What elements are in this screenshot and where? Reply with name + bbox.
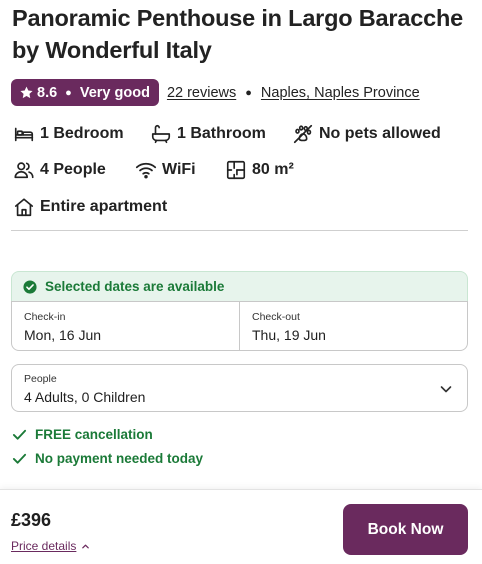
feature-bathrooms: 1 Bathroom (150, 122, 266, 146)
people-icon (13, 159, 35, 181)
checkin-label: Check-in (24, 311, 66, 323)
checkout-label: Check-out (252, 311, 300, 323)
availability-banner: Selected dates are available (11, 271, 468, 301)
listing-title: Panoramic Penthouse in Largo Baracche by… (12, 5, 463, 63)
perk-label: No payment needed today (35, 451, 204, 466)
feature-bedrooms: 1 Bedroom (13, 122, 124, 146)
total-price: £396 (11, 510, 52, 530)
meta-separator-dot: ● (245, 86, 252, 99)
feature-people: 4 People (13, 158, 106, 182)
feature-label: No pets allowed (319, 125, 441, 142)
feature-property-type: Entire apartment (13, 195, 167, 219)
feature-wifi: WiFi (135, 158, 196, 182)
perk-label: FREE cancellation (35, 427, 153, 442)
floorplan-icon (225, 159, 247, 181)
people-selector[interactable]: People 4 Adults, 0 Children (11, 364, 468, 412)
checkmark-icon (12, 453, 27, 464)
check-circle-icon (23, 279, 37, 294)
perk-no-payment: No payment needed today (12, 451, 203, 466)
price-details-link[interactable]: Price details (11, 539, 90, 553)
perk-free-cancellation: FREE cancellation (12, 427, 153, 442)
feature-area: 80 m² (225, 158, 294, 182)
checkin-field[interactable]: Check-in Mon, 16 Jun (12, 302, 239, 350)
feature-label: Entire apartment (40, 198, 168, 215)
reviews-link[interactable]: 22 reviews (167, 85, 236, 101)
bathtub-icon (150, 123, 172, 145)
checkout-value: Thu, 19 Jun (252, 327, 326, 343)
people-label: People (24, 373, 57, 385)
feature-pets: No pets allowed (292, 122, 441, 146)
feature-label: WiFi (162, 161, 196, 178)
no-pets-icon (292, 123, 314, 145)
rating-badge: 8.6 ● Very good (11, 79, 159, 106)
booking-footer: £396 Price details Book Now (0, 489, 482, 564)
checkmark-icon (12, 429, 27, 440)
chevron-down-icon (439, 382, 453, 396)
availability-text: Selected dates are available (45, 279, 225, 294)
rating-score: 8.6 (37, 84, 58, 101)
feature-label: 1 Bathroom (177, 125, 266, 142)
checkout-field[interactable]: Check-out Thu, 19 Jun (239, 302, 467, 350)
section-divider (11, 230, 468, 231)
rating-separator-dot: ● (65, 86, 72, 99)
listing-meta: 8.6 ● Very good 22 reviews ● Naples, Nap… (11, 79, 420, 106)
price-details-label: Price details (11, 539, 77, 553)
checkin-value: Mon, 16 Jun (24, 327, 102, 343)
feature-label: 1 Bedroom (40, 125, 124, 142)
rating-label: Very good (79, 84, 150, 101)
chevron-up-icon (82, 544, 90, 548)
feature-label: 80 m² (252, 161, 294, 178)
star-icon (19, 85, 34, 100)
wifi-icon (135, 159, 157, 181)
feature-label: 4 People (40, 161, 106, 178)
book-now-button[interactable]: Book Now (343, 504, 468, 555)
people-value: 4 Adults, 0 Children (24, 389, 146, 405)
house-icon (13, 196, 35, 218)
bed-icon (13, 123, 35, 145)
date-picker: Check-in Mon, 16 Jun Check-out Thu, 19 J… (11, 301, 468, 351)
location-link[interactable]: Naples, Naples Province (261, 85, 420, 101)
